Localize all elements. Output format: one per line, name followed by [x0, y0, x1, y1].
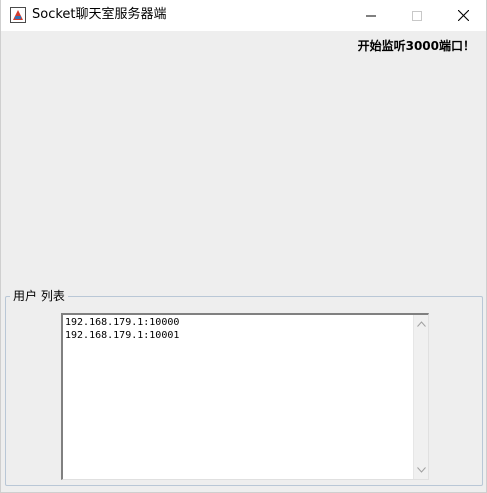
app-window: Socket聊天室服务器端 开始监听3000端口！ 用户 列表 192.168.…	[0, 0, 487, 493]
scroll-up-arrow-icon[interactable]	[414, 317, 428, 331]
user-list-legend: 用户 列表	[10, 288, 68, 304]
minimize-icon	[366, 15, 376, 16]
vertical-scrollbar[interactable]	[413, 315, 428, 479]
list-item[interactable]: 192.168.179.1:10000	[65, 316, 412, 329]
close-icon	[457, 10, 469, 21]
window-title: Socket聊天室服务器端	[32, 7, 167, 22]
user-list[interactable]: 192.168.179.1:10000 192.168.179.1:10001	[61, 313, 429, 480]
title-bar[interactable]: Socket聊天室服务器端	[1, 0, 486, 31]
scroll-down-arrow-icon[interactable]	[414, 463, 428, 477]
close-button[interactable]	[440, 0, 486, 31]
user-list-items: 192.168.179.1:10000 192.168.179.1:10001	[65, 316, 412, 342]
java-app-icon	[10, 7, 26, 23]
user-list-group: 用户 列表 192.168.179.1:10000 192.168.179.1:…	[5, 288, 483, 486]
list-item[interactable]: 192.168.179.1:10001	[65, 329, 412, 342]
maximize-icon	[412, 10, 422, 21]
status-label: 开始监听3000端口！	[357, 39, 475, 53]
minimize-button[interactable]	[348, 0, 394, 31]
maximize-button[interactable]	[394, 0, 440, 31]
